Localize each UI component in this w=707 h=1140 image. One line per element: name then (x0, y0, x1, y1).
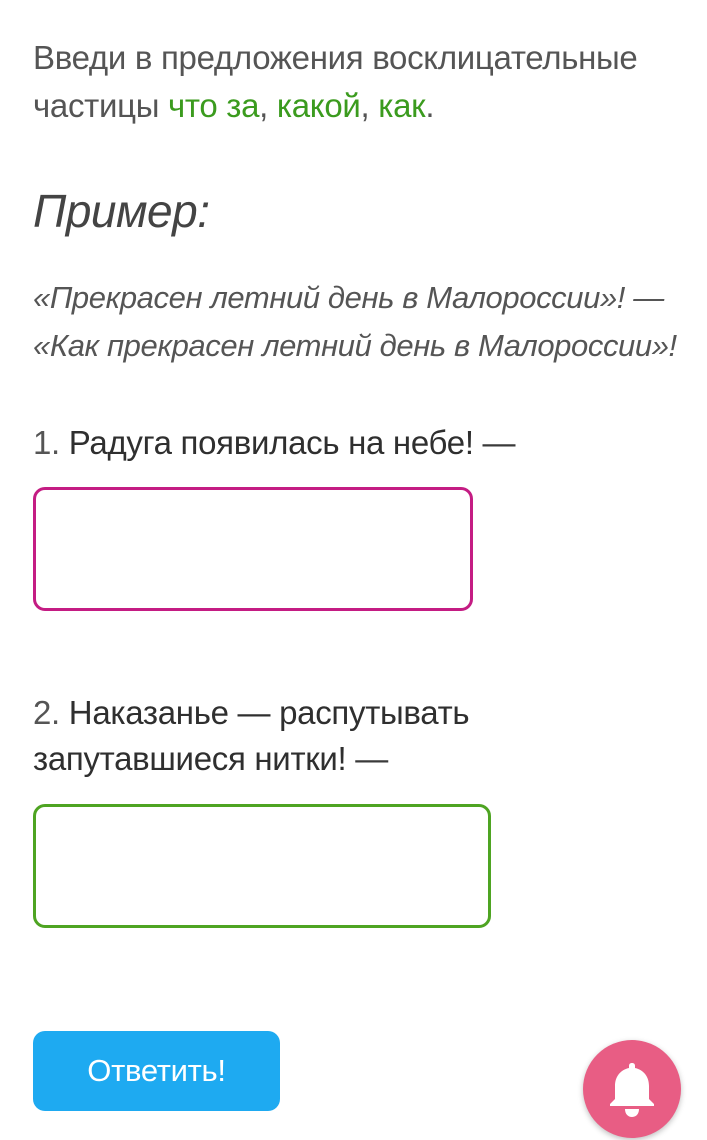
example-line-original: «Прекрасен летний день в Малороссии»! — (33, 280, 664, 315)
question-2: 2. Наказанье — распутывать запутавшиеся … (33, 690, 683, 782)
task-separator: , (259, 87, 277, 124)
answer-input-1[interactable] (33, 487, 473, 611)
particle-chto-za: что за (167, 87, 260, 124)
question-1: 1. Радуга появилась на небе! — (33, 420, 683, 466)
submit-button[interactable]: Ответить! (33, 1031, 280, 1111)
example-line-transformed: «Как прекрасен летний день в Малороссии»… (33, 328, 677, 363)
question-dash: — (473, 424, 516, 461)
question-sentence: Наказанье — распутывать запутавшиеся нит… (33, 694, 470, 777)
question-number: 1. (33, 424, 69, 461)
task-end: . (425, 87, 435, 124)
bell-icon (610, 1063, 654, 1117)
question-number: 2. (33, 694, 69, 731)
task-separator: , (360, 87, 379, 124)
answer-input-2[interactable] (33, 804, 491, 928)
notifications-button[interactable] (583, 1040, 681, 1138)
task-instruction: Введи в предложения восклицательные част… (33, 34, 673, 130)
example-text: «Прекрасен летний день в Малороссии»! — … (33, 274, 683, 370)
question-dash: — (346, 740, 388, 777)
question-sentence: Радуга появилась на небе! (68, 424, 474, 461)
particle-kak: как (378, 87, 426, 124)
exercise-page: Введи в предложения восклицательные част… (0, 0, 707, 1140)
particle-kakoy: какой (276, 87, 361, 124)
example-title: Пример: (33, 185, 210, 237)
